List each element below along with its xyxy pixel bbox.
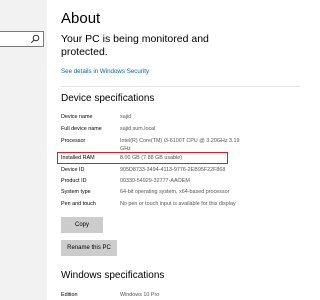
find-setting-search-input[interactable]	[0, 31, 44, 47]
spec-label: Edition	[61, 292, 78, 298]
spec-value: 8.00 GB (7.88 GB usable)	[120, 155, 183, 161]
protection-status-text: Your PC is being monitored and protected…	[61, 33, 209, 58]
spec-label: Processor	[61, 138, 86, 144]
about-content: About Your PC is being monitored and pro…	[57, 0, 300, 300]
spec-label: Pen and touch	[61, 201, 96, 207]
spec-label: Device ID	[61, 167, 85, 173]
device-specifications-heading: Device specifications	[61, 93, 155, 104]
search-icon[interactable]	[30, 34, 40, 44]
spec-value: 905D8733-3494-4113-9776-2EB95F22F868	[120, 167, 226, 173]
spec-value: Windows 10 Pro	[120, 292, 160, 298]
page-title: About	[61, 10, 101, 27]
spec-value: No pen or touch input is available for t…	[120, 201, 236, 207]
settings-nav-pane	[0, 0, 47, 300]
windows-specifications-heading: Windows specifications	[61, 270, 165, 281]
spec-label: Installed RAM	[61, 155, 95, 161]
spec-label: Device name	[61, 114, 93, 120]
windows-security-link[interactable]: See details in Windows Security	[61, 68, 149, 75]
spec-value: sajid.xum.local	[120, 126, 156, 132]
spec-value: 00330-54929-32777-AAOEM	[120, 178, 190, 184]
rename-pc-button[interactable]: Rename this PC	[61, 240, 117, 256]
spec-label: Product ID	[61, 178, 87, 184]
spec-value: Intel(R) Core(TM) i3-6100T CPU @ 3.20GHz…	[120, 138, 240, 152]
copy-button[interactable]: Copy	[61, 217, 103, 233]
spec-label: System type	[61, 189, 91, 195]
spec-value: 64-bit operating system, x64-based proce…	[120, 189, 230, 195]
spec-label: Full device name	[61, 126, 102, 132]
spec-value: sajid	[120, 114, 132, 120]
section-divider	[61, 86, 300, 87]
